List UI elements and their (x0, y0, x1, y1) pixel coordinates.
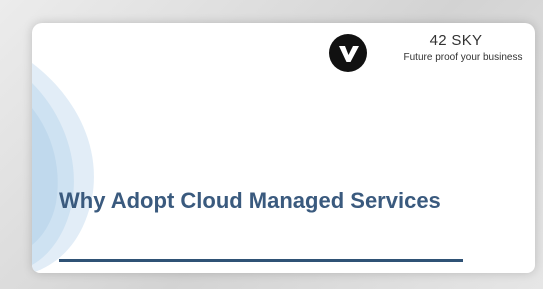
brand-name: 42 SKY (429, 32, 483, 49)
brand-tagline: Future proof your business (403, 52, 523, 63)
v-monogram-icon (339, 46, 359, 62)
brand-block: 42 SKY Future proof your business (378, 32, 535, 65)
slide-canvas: 42 SKY Future proof your business Why Ad… (32, 23, 535, 273)
brand-logo (329, 34, 367, 72)
slide-frame: 42 SKY Future proof your business Why Ad… (0, 0, 543, 289)
title-underline (59, 259, 463, 262)
slide-title: Why Adopt Cloud Managed Services (59, 188, 441, 213)
